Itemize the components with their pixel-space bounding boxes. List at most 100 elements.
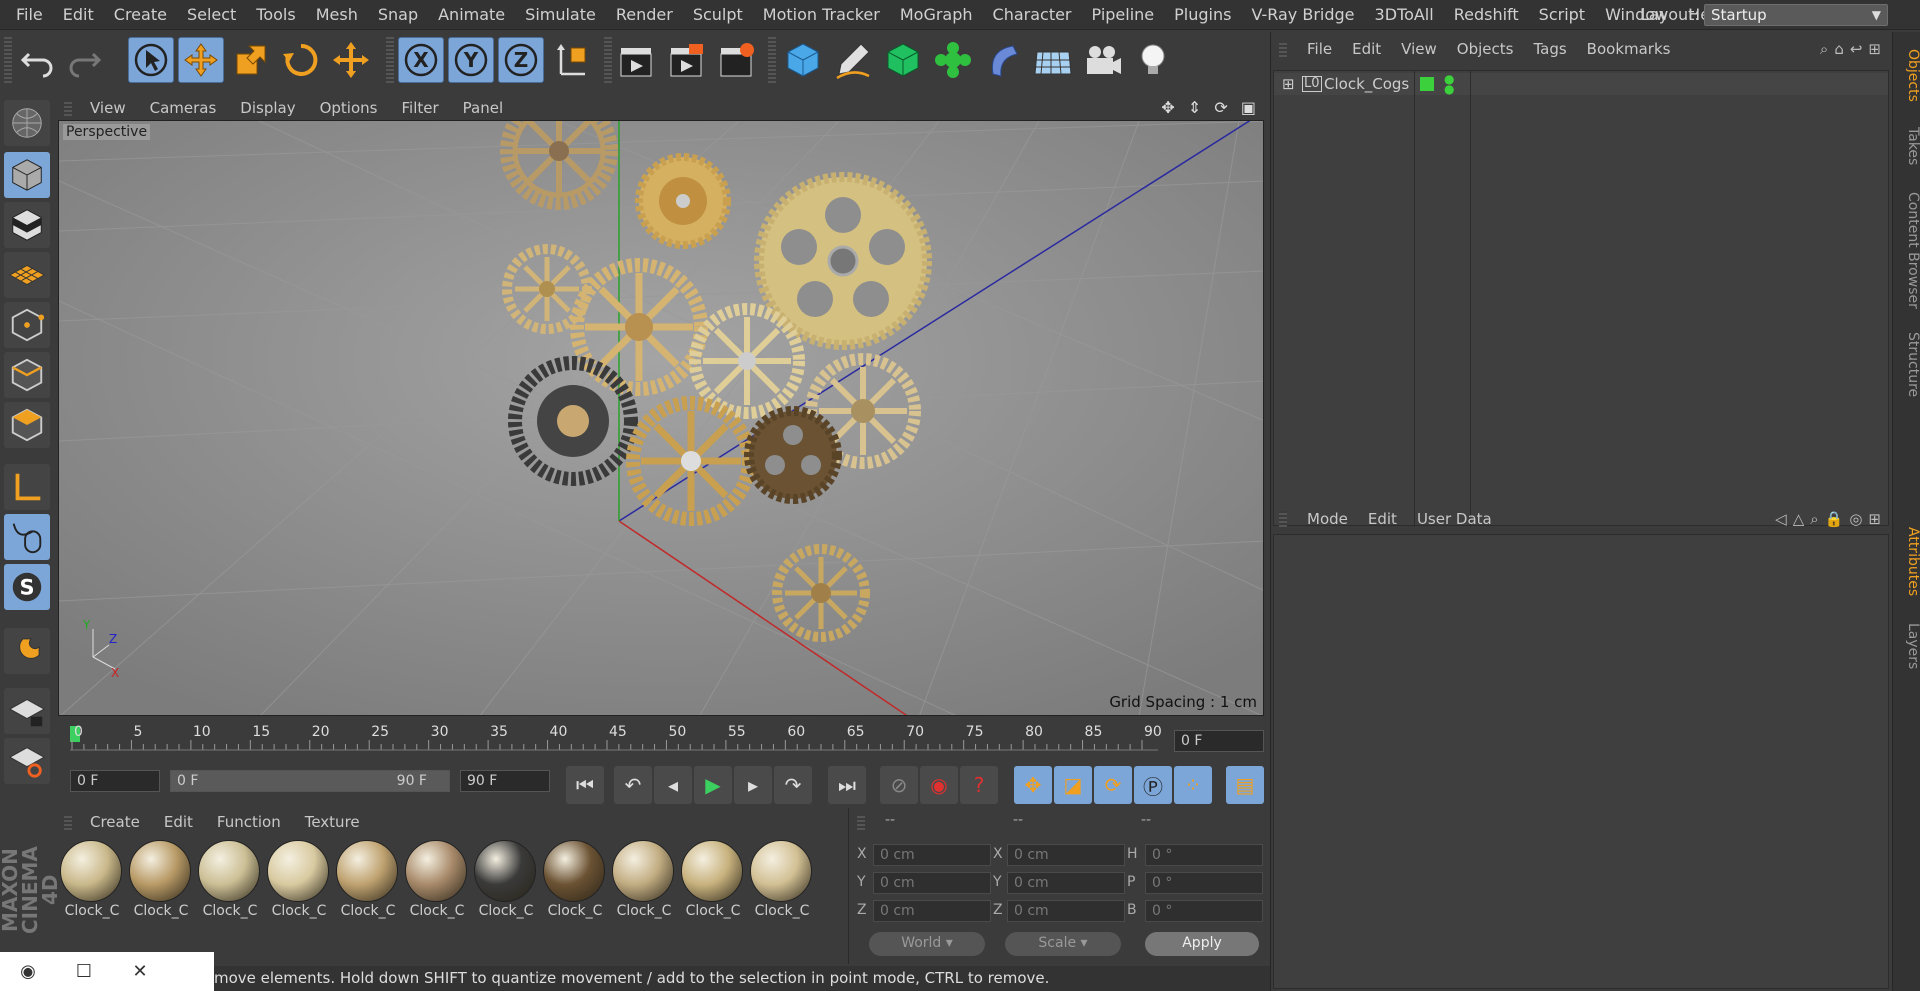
attribute-menu-mode[interactable]: Mode [1297, 506, 1358, 532]
layout-dropdown[interactable]: Startup ▼ [1704, 4, 1888, 26]
back-icon[interactable]: ↩ [1850, 40, 1869, 58]
material-swatch[interactable]: Clock_C [612, 840, 676, 924]
key-point-level-button[interactable]: ⁘ [1174, 766, 1212, 804]
menu-select[interactable]: Select [177, 0, 246, 30]
object-row-clock-cogs[interactable]: ⊞ L0 Clock_Cogs ● ● [1274, 73, 1888, 95]
camera-button[interactable] [1080, 37, 1126, 83]
menu-sculpt[interactable]: Sculpt [683, 0, 753, 30]
motion-path-button[interactable]: ⊘ [880, 766, 918, 804]
viewport-nav-icons[interactable]: ✥ ⇕ ⟳ ▣ [1161, 96, 1260, 120]
material-swatch[interactable]: Clock_C [405, 840, 469, 924]
current-frame-field[interactable]: 0 F [1174, 730, 1264, 752]
object-menu-bookmarks[interactable]: Bookmarks [1577, 36, 1681, 62]
toolbar-grip[interactable] [604, 37, 612, 83]
search-icon[interactable]: ⌕ [1810, 510, 1824, 528]
menu-pipeline[interactable]: Pipeline [1082, 0, 1165, 30]
menu-file[interactable]: File [6, 0, 53, 30]
position-y-field[interactable]: 0 cm [873, 872, 991, 894]
coordinates-grip[interactable] [857, 814, 865, 830]
viewport-menu-panel[interactable]: Panel [451, 96, 515, 120]
apply-button[interactable]: Apply [1145, 932, 1259, 956]
y-axis-button[interactable]: Y [448, 37, 494, 83]
cinema4d-taskbar-icon[interactable]: ◉ [0, 961, 56, 982]
go-to-end-button[interactable]: ⏭ [828, 766, 866, 804]
subdivision-surface-button[interactable] [880, 37, 926, 83]
render-to-picture-viewer-button[interactable] [664, 37, 710, 83]
z-axis-button[interactable]: Z [498, 37, 544, 83]
scale-tool-button[interactable] [228, 37, 274, 83]
object-manager-tools[interactable]: ⌕⌂↩⊞ [1820, 36, 1887, 62]
menu-tools[interactable]: Tools [246, 0, 305, 30]
render-view-button[interactable] [614, 37, 660, 83]
attribute-manager-grip[interactable] [1279, 511, 1287, 527]
object-menu-edit[interactable]: Edit [1342, 36, 1391, 62]
viewport-menu-options[interactable]: Options [308, 96, 390, 120]
menu-render[interactable]: Render [606, 0, 683, 30]
material-menu-edit[interactable]: Edit [152, 810, 205, 834]
size-x-field[interactable]: 0 cm [1007, 844, 1125, 866]
menu-motion-tracker[interactable]: Motion Tracker [753, 0, 890, 30]
cube-primitive-button[interactable] [780, 37, 826, 83]
rotation-p-field[interactable]: 0 ° [1145, 872, 1263, 894]
toolbar-grip[interactable] [768, 37, 776, 83]
solo-mode-button[interactable]: S [4, 564, 50, 610]
rotate-tool-button[interactable] [278, 37, 324, 83]
home-icon[interactable]: ⌂ [1834, 40, 1850, 58]
pen-spline-button[interactable] [830, 37, 876, 83]
previous-key-button[interactable]: ↶ [614, 766, 652, 804]
material-menu-function[interactable]: Function [205, 810, 293, 834]
object-menu-objects[interactable]: Objects [1447, 36, 1524, 62]
visibility-dots-icon[interactable]: ● ● [1444, 73, 1454, 95]
position-x-field[interactable]: 0 cm [873, 844, 991, 866]
rotation-b-field[interactable]: 0 ° [1145, 900, 1263, 922]
size-z-field[interactable]: 0 cm [1007, 900, 1125, 922]
back-arrow-icon[interactable]: ◁ [1775, 510, 1793, 528]
menu-mesh[interactable]: Mesh [306, 0, 368, 30]
render-settings-button[interactable] [714, 37, 760, 83]
next-frame-button[interactable]: ▸ [734, 766, 772, 804]
lock-icon[interactable]: 🔒 [1825, 510, 1850, 528]
toolbar-grip[interactable] [4, 37, 12, 83]
world-dropdown[interactable]: World ▾ [869, 932, 985, 956]
object-list[interactable]: ⊞ L0 Clock_Cogs ● ● [1273, 70, 1889, 527]
menu-mograph[interactable]: MoGraph [890, 0, 983, 30]
move-tool-button[interactable] [178, 37, 224, 83]
expand-icon[interactable]: ⊞ [1282, 73, 1295, 95]
material-swatch[interactable]: Clock_C [750, 840, 814, 924]
viewport-menu-display[interactable]: Display [228, 96, 307, 120]
make-editable-button[interactable] [4, 100, 50, 146]
up-arrow-icon[interactable]: △ [1793, 510, 1811, 528]
points-mode-button[interactable] [4, 302, 50, 348]
search-icon[interactable]: ⌕ [1820, 40, 1834, 58]
undo-button[interactable] [14, 37, 60, 83]
play-button[interactable]: ▶ [694, 766, 732, 804]
target-icon[interactable]: ◎ [1849, 510, 1868, 528]
material-swatch[interactable]: Clock_C [336, 840, 400, 924]
tab-objects[interactable]: Objects [1893, 40, 1920, 110]
toolbar-grip[interactable] [386, 37, 394, 83]
min-frame-field[interactable]: 0 F [70, 770, 160, 792]
edges-mode-button[interactable] [4, 352, 50, 398]
key-position-button[interactable]: ✥ [1014, 766, 1052, 804]
new-window-icon[interactable]: ⊞ [1868, 510, 1887, 528]
menu-edit[interactable]: Edit [53, 0, 104, 30]
range-slider[interactable]: 0 F 90 F [170, 770, 450, 792]
go-to-start-button[interactable]: ⏮ [566, 766, 604, 804]
menu-animate[interactable]: Animate [428, 0, 515, 30]
max-frame-field[interactable]: 90 F [460, 770, 550, 792]
close-icon[interactable]: ✕ [112, 961, 168, 982]
polygons-mode-button[interactable] [4, 402, 50, 448]
viewport-menu-filter[interactable]: Filter [389, 96, 450, 120]
material-swatch[interactable]: Clock_C [681, 840, 745, 924]
tab-layers[interactable]: Layers [1893, 616, 1920, 676]
position-z-field[interactable]: 0 cm [873, 900, 991, 922]
material-swatch[interactable]: Clock_C [543, 840, 607, 924]
menu-create[interactable]: Create [104, 0, 177, 30]
cloner-button[interactable] [930, 37, 976, 83]
maximize-icon[interactable]: ☐ [56, 961, 112, 982]
material-swatch[interactable]: Clock_C [267, 840, 331, 924]
column-divider[interactable] [1470, 71, 1471, 527]
object-menu-view[interactable]: View [1391, 36, 1447, 62]
tweak-mode-button[interactable] [4, 514, 50, 560]
object-menu-file[interactable]: File [1297, 36, 1342, 62]
